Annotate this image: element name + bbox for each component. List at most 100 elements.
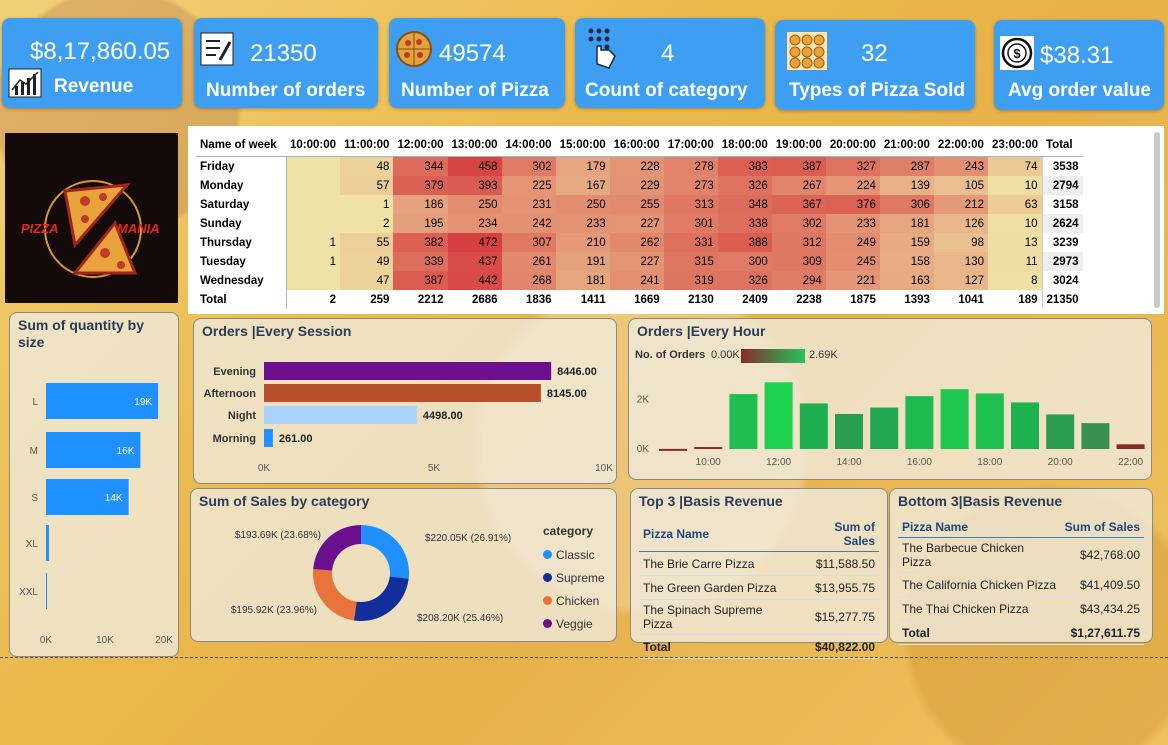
matrix-cell: 327 — [825, 156, 880, 176]
hour-column-header[interactable]: 13:00:00 — [447, 134, 502, 157]
matrix-cell: 278 — [663, 156, 718, 176]
matrix-cell: 105 — [933, 176, 988, 195]
hour-column-header[interactable]: 23:00:00 — [987, 134, 1043, 157]
matrix-cell — [286, 176, 341, 195]
table-row[interactable]: The Green Garden Pizza $13,955.75 — [639, 575, 879, 600]
matrix-cell: 294 — [771, 271, 826, 290]
session-category-label: Afternoon — [203, 388, 256, 400]
matrix-cell: 262 — [609, 233, 664, 252]
legend-item[interactable]: Classic — [543, 543, 605, 566]
hour-column-header[interactable]: 11:00:00 — [340, 134, 394, 157]
hour-column-header[interactable]: 14:00:00 — [501, 134, 556, 157]
kpi-pizza-types[interactable]: 32 Types of Pizza Sold — [775, 20, 975, 110]
hour-chart-panel: Orders |Every Hour No. of Orders 0.00K 2… — [628, 318, 1152, 480]
size-bar-label: 14K — [105, 493, 123, 504]
matrix-row[interactable]: Friday 48 344 458 302 179 228 278 383 387 327 287 24… — [196, 156, 1083, 176]
bottom3-header-name[interactable]: Pizza Name — [898, 517, 1061, 538]
pizza-sales: $13,955.75 — [796, 575, 879, 600]
bottom3-header-sales[interactable]: Sum of Sales — [1060, 517, 1144, 538]
matrix-cell: 181 — [879, 214, 934, 233]
hour-column-header[interactable]: 20:00:00 — [825, 134, 880, 157]
matrix-cell: 127 — [933, 271, 988, 290]
matrix-cell: 326 — [717, 271, 772, 290]
hour-column-header[interactable]: 10:00:00 — [286, 134, 341, 157]
matrix-cell: 225 — [501, 176, 556, 195]
table-row[interactable]: The Thai Chicken Pizza $43,434.25 — [898, 596, 1144, 621]
hour-bar — [694, 447, 723, 450]
session-bar — [264, 384, 541, 402]
hour-column-header[interactable]: 18:00:00 — [717, 134, 772, 157]
top3-header-sales[interactable]: Sum of Sales — [796, 517, 879, 552]
legend-item[interactable]: Veggie — [543, 612, 605, 635]
kpi-pizzas[interactable]: 49574 Number of Pizza — [389, 18, 565, 108]
size-bar-chart[interactable]: L 19K M 16K S 14K XL XXL 0K 10K 20K — [10, 313, 178, 656]
pizza-name: The California Chicken Pizza — [898, 572, 1061, 597]
total-column-header[interactable]: Total — [1042, 134, 1083, 157]
kpi-value: 4 — [661, 40, 675, 67]
kpi-avg-order[interactable]: $ $38.31 Avg order value — [994, 20, 1164, 110]
day-label: Tuesday — [196, 252, 287, 271]
total-row: Total $1,27,611.75 — [898, 620, 1144, 645]
matrix-row[interactable]: Wednesday 47 387 442 268 181 241 319 326 294 221 16… — [196, 271, 1083, 290]
row-total: 3538 — [1041, 156, 1083, 176]
table-row[interactable]: The Brie Carre Pizza $11,588.50 — [639, 551, 879, 576]
hour-x-tick: 14:00 — [836, 457, 861, 468]
table-row[interactable]: The California Chicken Pizza $41,409.50 — [898, 572, 1144, 597]
matrix-cell: 163 — [879, 271, 934, 290]
kpi-orders[interactable]: 21350 Number of orders — [194, 18, 378, 108]
hour-column-header[interactable]: 12:00:00 — [393, 134, 448, 157]
hour-bar-chart[interactable]: 0K 2K 10:00 12:00 14:00 16:00 18:00 20:00 22:00 — [629, 319, 1151, 479]
table-row[interactable]: The Spinach Supreme Pizza $15,277.75 — [639, 599, 879, 635]
total-label: Total — [196, 290, 287, 309]
hour-column-header[interactable]: 15:00:00 — [555, 134, 610, 157]
hour-column-header[interactable]: 17:00:00 — [663, 134, 718, 157]
matrix-cell: 227 — [609, 214, 664, 233]
matrix-cell: 74 — [987, 156, 1043, 176]
legend-dot — [543, 596, 552, 605]
matrix-row[interactable]: Tuesday 1 49 339 437 261 191 227 315 300 309 245 158… — [196, 252, 1083, 271]
top3-header-name[interactable]: Pizza Name — [639, 517, 797, 552]
kpi-category-count[interactable]: 4 Count of category — [575, 18, 765, 108]
total-value: $40,822.00 — [796, 634, 879, 659]
legend-label: Chicken — [556, 593, 600, 608]
matrix-cell: 315 — [663, 252, 718, 271]
hour-column-header[interactable]: 16:00:00 — [609, 134, 664, 157]
matrix-row[interactable]: Monday 57 379 393 225 167 229 273 326 267 224 139 10… — [196, 176, 1083, 195]
matrix-cell: 249 — [825, 233, 880, 252]
matrix-row[interactable]: Saturday 1 186 250 231 250 255 313 348 367 376 306 2… — [196, 195, 1083, 214]
matrix-cell: 1 — [286, 233, 341, 252]
matrix-cell: 181 — [555, 271, 610, 290]
matrix-cell — [286, 195, 341, 214]
hour-column-header[interactable]: 21:00:00 — [879, 134, 934, 157]
matrix-cell: 167 — [555, 176, 610, 195]
matrix-cell: 1 — [340, 195, 394, 214]
hour-column-header[interactable]: 22:00:00 — [933, 134, 988, 157]
top3-title: Top 3 |Basis Revenue — [639, 493, 783, 509]
kpi-revenue[interactable]: $8,17,860.05 Revenue — [2, 18, 182, 108]
matrix-cell: 55 — [340, 233, 394, 252]
matrix-cell: 367 — [771, 195, 826, 214]
hour-column-header[interactable]: 19:00:00 — [771, 134, 826, 157]
matrix-cell: 268 — [501, 271, 556, 290]
column-total: 1875 — [850, 293, 876, 306]
matrix-cell: 261 — [501, 252, 556, 271]
table-row[interactable]: The Barbecue Chicken Pizza $42,768.00 — [898, 537, 1144, 573]
matrix-corner-header[interactable]: Name of week — [196, 134, 286, 157]
legend-dot — [543, 573, 552, 582]
matrix-cell: 63 — [987, 195, 1043, 214]
pizza-name: The Brie Carre Pizza — [639, 551, 797, 576]
kpi-label: Types of Pizza Sold — [789, 80, 965, 101]
size-bar — [46, 573, 47, 609]
hour-x-tick: 10:00 — [696, 457, 721, 468]
total-label: Total — [639, 634, 797, 659]
column-total: 2409 — [742, 293, 768, 306]
matrix-row[interactable]: Thursday 1 55 382 472 307 210 262 331 388 312 249 15… — [196, 233, 1083, 252]
session-bar-chart[interactable]: Evening 8446.00 Afternoon 8145.00 Night 4498.… — [194, 319, 616, 483]
kpi-value: 32 — [861, 40, 888, 67]
matrix-cell: 243 — [933, 156, 988, 176]
legend-item[interactable]: Supreme — [543, 566, 605, 589]
pizza-sales: $42,768.00 — [1060, 537, 1144, 573]
matrix-row[interactable]: Sunday 2 195 234 242 233 227 301 338 302 233 181 126… — [196, 214, 1083, 233]
legend-item[interactable]: Chicken — [543, 589, 605, 612]
matrix-scrollbar[interactable] — [1154, 132, 1160, 308]
